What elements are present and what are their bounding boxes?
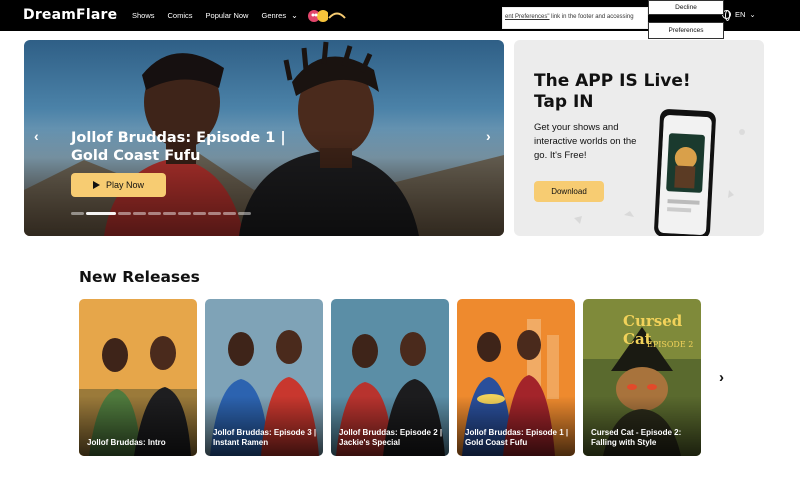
carousel-indicators — [71, 212, 251, 215]
carousel-dot[interactable] — [223, 212, 236, 215]
release-card-title: Cursed Cat - Episode 2: Falling with Sty… — [591, 428, 682, 447]
carousel-dot[interactable] — [148, 212, 161, 215]
download-app-button[interactable]: Download — [534, 181, 604, 202]
phone-screen-art — [657, 114, 713, 236]
release-card-title: Jollof Bruddas: Intro — [87, 438, 166, 447]
carousel-dot[interactable] — [208, 212, 221, 215]
carousel-dot[interactable] — [163, 212, 176, 215]
nav-shows[interactable]: Shows — [132, 11, 155, 20]
new-releases-heading: New Releases — [79, 268, 200, 286]
release-card[interactable]: Jollof Bruddas: Intro — [79, 299, 197, 456]
language-selector[interactable]: EN ⌄ — [722, 10, 756, 21]
chevron-down-icon: ⌄ — [291, 11, 298, 20]
releases-next-arrow[interactable]: › — [719, 369, 724, 386]
promo-description: Get your shows and interactive worlds on… — [534, 122, 637, 161]
nav-popular-label: Popular Now — [205, 11, 249, 20]
hero-next-arrow[interactable]: › — [486, 128, 491, 144]
release-card[interactable]: Jollof Bruddas: Episode 2 | Jackie's Spe… — [331, 299, 449, 456]
nav-comics[interactable]: Comics — [168, 11, 193, 20]
nav-shows-label: Shows — [132, 11, 155, 20]
release-card[interactable]: Jollof Bruddas: Episode 3 | Instant Rame… — [205, 299, 323, 456]
carousel-dot[interactable] — [118, 212, 131, 215]
chevron-down-icon: ⌄ — [749, 10, 756, 19]
play-now-button[interactable]: Play Now — [71, 173, 166, 197]
release-card-title: Jollof Bruddas: Episode 3 | Instant Rame… — [213, 428, 317, 447]
carousel-dot[interactable] — [178, 212, 191, 215]
release-card[interactable]: Cursed Cat EPISODE 2 Cursed Cat - Episod… — [583, 299, 701, 456]
nav-genres-label: Genres — [261, 11, 287, 20]
cookie-banner-text: ent Preferences" link in the footer and … — [502, 7, 648, 29]
nav-comics-label: Comics — [167, 11, 193, 20]
kids-logo-icon[interactable] — [308, 7, 348, 25]
cookie-preferences-button[interactable]: Preferences — [648, 22, 724, 39]
brand-logo[interactable]: DreamFlare — [23, 7, 117, 23]
release-card-title: Jollof Bruddas: Episode 1 | Gold Coast F… — [465, 428, 569, 447]
phone-mockup — [653, 108, 717, 236]
nav-popular-now[interactable]: Popular Now — [206, 11, 249, 20]
hero-carousel[interactable]: ‹ › Jollof Bruddas: Episode 1 | Gold Coa… — [24, 40, 504, 236]
promo-title: The APP IS Live! Tap IN — [534, 71, 691, 112]
cursed-cat-art-subtitle: EPISODE 2 — [647, 340, 694, 349]
language-label: EN — [735, 10, 746, 19]
carousel-dot[interactable] — [133, 212, 146, 215]
carousel-dot[interactable] — [71, 212, 84, 215]
carousel-dot[interactable] — [238, 212, 251, 215]
carousel-dot[interactable] — [86, 212, 116, 215]
cookie-banner-text-rest: link in the footer and accessing — [549, 14, 634, 20]
cookie-preferences-link[interactable]: ent Preferences" — [505, 14, 550, 20]
app-promo-card: The APP IS Live! Tap IN Get your shows a… — [514, 40, 764, 236]
release-card-title: Jollof Bruddas: Episode 2 | Jackie's Spe… — [339, 428, 443, 447]
play-icon — [92, 181, 100, 189]
hero-prev-arrow[interactable]: ‹ — [34, 128, 39, 144]
carousel-dot[interactable] — [193, 212, 206, 215]
phone-screen — [657, 114, 713, 236]
release-card[interactable]: Jollof Bruddas: Episode 1 | Gold Coast F… — [457, 299, 575, 456]
main-nav: Shows Comics Popular Now Genres ⌄ — [132, 11, 311, 20]
hero-title: Jollof Bruddas: Episode 1 | Gold Coast F… — [71, 130, 286, 164]
play-now-label: Play Now — [105, 180, 144, 190]
decline-cookies-button[interactable]: Decline — [648, 0, 724, 15]
nav-genres-dropdown[interactable]: Genres ⌄ — [261, 11, 297, 20]
